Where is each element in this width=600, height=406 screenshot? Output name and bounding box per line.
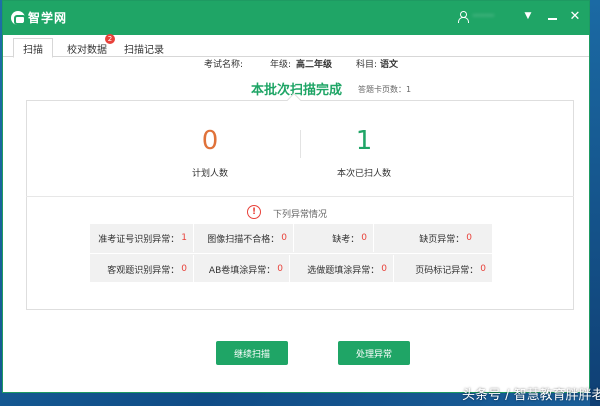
warning-icon: ! <box>247 205 261 219</box>
notification-badge: 2 <box>105 34 115 44</box>
minimize-icon[interactable] <box>543 7 561 25</box>
anomaly-title: 下列异常情况 <box>273 210 328 220</box>
anomaly-label: 页码标记异常： <box>415 265 479 276</box>
anomaly-label: 图像扫描不合格： <box>207 234 280 245</box>
title-bar: 智学网 ·········· ▼ ✕ <box>3 1 589 35</box>
desktop-background <box>590 0 600 406</box>
anomaly-value: 0 <box>381 264 387 274</box>
user-icon <box>458 11 469 23</box>
planned-label: 计划人数 <box>191 169 228 179</box>
tab-verify-data[interactable]: 校对数据 2 <box>65 34 115 58</box>
anomaly-value: 0 <box>281 233 287 243</box>
anomaly-value: 0 <box>277 264 283 274</box>
subject-value: 语文 <box>380 60 399 70</box>
anomaly-item[interactable]: 客观题识别异常： 0 <box>90 255 194 283</box>
anomaly-item[interactable]: 缺页异常： 0 <box>374 224 478 252</box>
watermark-text: 头条号 / 智慧教育胖胖老师 <box>462 388 600 403</box>
menu-dropdown-icon[interactable]: ▼ <box>519 7 537 25</box>
tab-scan-label: 扫描 <box>23 44 43 56</box>
tab-scan[interactable]: 扫描 <box>13 38 53 58</box>
continue-scan-button[interactable]: 继续扫描 <box>216 341 288 365</box>
anomaly-value: 0 <box>466 233 472 243</box>
answer-card-count: 答题卡页数：1 <box>358 85 412 94</box>
anomaly-label: 缺考： <box>332 234 360 245</box>
user-name: ·········· <box>472 11 495 22</box>
user-menu[interactable]: ·········· <box>458 11 495 23</box>
app-title: 智学网 <box>28 11 68 25</box>
anomaly-value: 0 <box>181 264 187 274</box>
logo-icon <box>11 10 26 25</box>
anomaly-label: 准考证号识别异常： <box>98 234 180 245</box>
anomaly-item[interactable]: AB卷填涂异常： 0 <box>194 255 290 283</box>
panel-divider <box>26 196 574 197</box>
anomaly-item[interactable]: 选做题填涂异常： 0 <box>290 255 394 283</box>
anomaly-value: 0 <box>480 264 486 274</box>
tab-scan-records-label: 扫描记录 <box>124 44 164 56</box>
anomaly-label: 客观题识别异常： <box>107 265 180 276</box>
grid-row-divider <box>90 253 492 254</box>
exam-info: 考试名称: 年级: 高二年级 科目: 语文 <box>0 57 588 71</box>
close-icon[interactable]: ✕ <box>566 7 584 25</box>
app-logo: 智学网 <box>11 9 67 26</box>
subject-label: 科目: <box>356 60 378 70</box>
anomaly-item[interactable]: 准考证号识别异常： 1 <box>90 224 194 252</box>
anomaly-label: 选做题填涂异常： <box>307 265 380 276</box>
anomaly-value: 0 <box>361 233 367 243</box>
anomaly-label: AB卷填涂异常： <box>208 265 276 276</box>
anomaly-item[interactable]: 页码标记异常： 0 <box>394 255 492 283</box>
tab-bar: 扫描 校对数据 2 扫描记录 <box>3 34 589 58</box>
handle-anomaly-button[interactable]: 处理异常 <box>338 341 410 365</box>
scanned-label: 本次已扫人数 <box>336 169 391 179</box>
planned-count: 0 <box>201 126 219 156</box>
anomaly-value: 1 <box>181 233 187 243</box>
anomaly-item[interactable]: 缺考： 0 <box>294 224 374 252</box>
scanned-count: 1 <box>355 126 373 156</box>
grade-value: 高二年级 <box>296 60 333 70</box>
grade-label: 年级: <box>270 60 292 70</box>
exam-name-label: 考试名称: <box>204 60 244 70</box>
tab-scan-records[interactable]: 扫描记录 <box>121 38 167 58</box>
anomaly-label: 缺页异常： <box>419 234 465 245</box>
anomaly-item[interactable]: 图像扫描不合格： 0 <box>194 224 294 252</box>
summary-divider <box>300 130 301 158</box>
tab-verify-data-label: 校对数据 <box>67 44 107 56</box>
